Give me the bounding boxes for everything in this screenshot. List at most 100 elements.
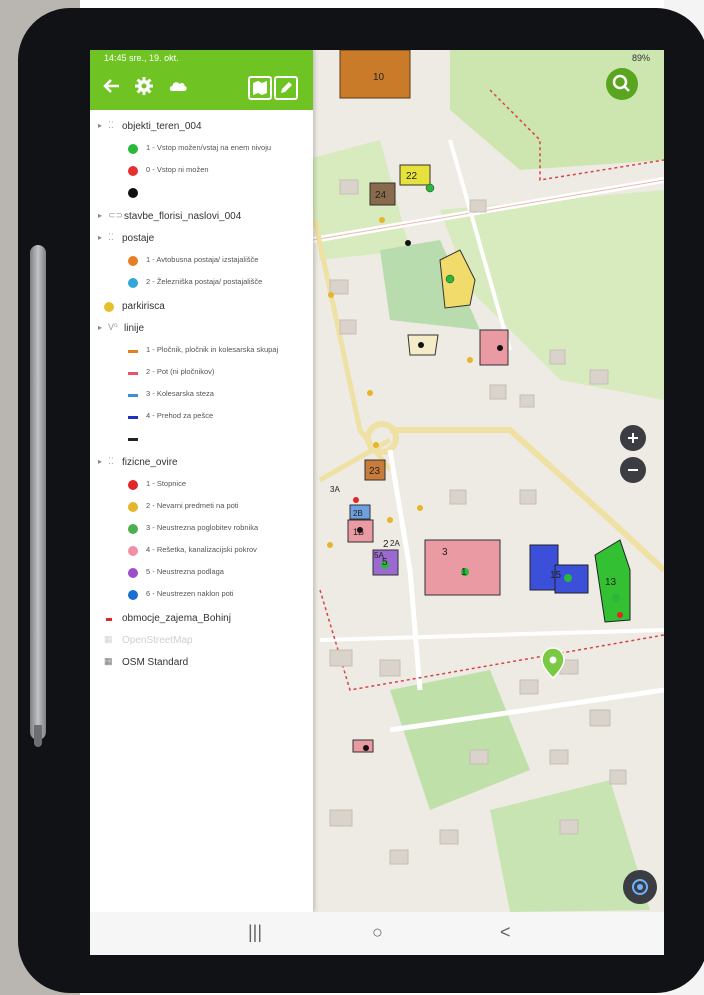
stylus-tip <box>34 725 42 747</box>
cloud-icon[interactable] <box>166 74 190 98</box>
legend-symbol <box>128 438 138 441</box>
layer-group-fizicne-ovire[interactable]: ▸ ⁚⁚ fizicne_ovire <box>90 454 313 472</box>
gps-target-icon <box>632 879 648 895</box>
building-small <box>352 739 374 753</box>
android-nav-bar: ||| ○ < <box>90 912 664 955</box>
map-label: 1B <box>353 527 364 537</box>
layer-obmocje-zajema[interactable]: obmocje_zajema_Bohinj <box>90 610 313 628</box>
legend-symbol <box>128 372 138 375</box>
layer-group-objekti[interactable]: ▸ ⁚⁚ objekti_teren_004 <box>90 118 313 136</box>
back-arrow-icon[interactable] <box>100 74 124 98</box>
legend-symbol <box>128 568 138 578</box>
back-button[interactable]: < <box>500 922 511 943</box>
map-label: 10 <box>373 72 385 83</box>
legend-item: 1 - Stopnice <box>90 476 313 494</box>
minus-icon <box>628 469 638 471</box>
legend-symbol <box>128 350 138 353</box>
legend-item: 4 - Rešetka, kanalizacijski pokrov <box>90 542 313 560</box>
status-date: sre., 19. okt. <box>129 53 179 63</box>
legend-item: 3 - Neustrezna poglobitev robnika <box>90 520 313 538</box>
layer-panel: 14:45 sre., 19. okt. ▸ ⁚⁚ objekti_teren_… <box>90 50 313 912</box>
legend-item <box>90 430 313 448</box>
legend-symbol <box>128 590 138 600</box>
legend-symbol <box>128 502 138 512</box>
map-label: 2 <box>383 539 389 550</box>
polygon-layer-icon: ⊂⊃ <box>108 210 124 220</box>
map-label: 3A <box>330 485 340 494</box>
search-icon <box>612 74 630 92</box>
plus-icon <box>628 433 638 443</box>
map-label: 5A <box>374 551 384 560</box>
legend-symbol <box>128 166 138 176</box>
caret-icon: ▸ <box>98 457 103 466</box>
layer-parkirisca[interactable]: parkirisca <box>90 298 313 316</box>
map-label: 15 <box>550 570 562 581</box>
legend-item: 2 - Pot (ni pločnikov) <box>90 364 313 382</box>
legend-symbol <box>106 618 112 621</box>
building-pink <box>479 329 509 366</box>
top-toolbar: 14:45 sre., 19. okt. <box>90 50 313 110</box>
points-layer-icon: ⁚⁚ <box>108 456 114 466</box>
home-button[interactable]: ○ <box>372 922 383 943</box>
zoom-out-button[interactable] <box>620 457 646 483</box>
layer-group-stavbe[interactable]: ▸ ⊂⊃ stavbe_florisi_naslovi_004 <box>90 208 313 226</box>
line-layer-icon: V⁰ <box>108 322 118 332</box>
tile-layer-icon: ▦ <box>104 634 113 644</box>
map-label: 13 <box>605 577 617 588</box>
building-15 <box>529 544 559 591</box>
map-label: 1 <box>461 567 467 578</box>
grid-layer-icon: ▦ <box>104 656 113 666</box>
legend-item: 4 - Prehod za pešce <box>90 408 313 426</box>
legend-symbol <box>128 416 138 419</box>
points-layer-icon: ⁚⁚ <box>108 120 114 130</box>
tablet-screen: 10 22 24 23 1 13 15 5 2 2A 5A 3 1B 2B 3A <box>90 50 664 955</box>
legend-symbol <box>128 524 138 534</box>
map-button[interactable] <box>248 76 272 100</box>
caret-icon: ▸ <box>98 233 103 242</box>
legend-item: 6 - Neustrezen naklon poti <box>90 586 313 604</box>
legend-item: 2 - Železniška postaja/ postajališče <box>90 274 313 292</box>
caret-icon: ▸ <box>98 211 103 220</box>
recent-apps-button[interactable]: ||| <box>248 922 262 943</box>
photo-scene: 10 22 24 23 1 13 15 5 2 2A 5A 3 1B 2B 3A <box>0 0 704 995</box>
legend-symbol <box>128 546 138 556</box>
layer-openstreetmap[interactable]: ▦ OpenStreetMap <box>90 632 313 650</box>
map-label: 2B <box>353 509 363 518</box>
legend-symbol <box>128 144 138 154</box>
zoom-in-button[interactable] <box>620 425 646 451</box>
edit-button[interactable] <box>274 76 298 100</box>
legend-symbol <box>128 480 138 490</box>
caret-icon: ▸ <box>98 323 103 332</box>
map-icon <box>253 81 267 95</box>
map-label: 23 <box>369 466 381 477</box>
locate-button[interactable] <box>623 870 657 904</box>
legend-item: 1 - Pločnik, pločnik in kolesarska skupa… <box>90 342 313 360</box>
legend-item: 3 - Kolesarska steza <box>90 386 313 404</box>
layer-group-postaje[interactable]: ▸ ⁚⁚ postaje <box>90 230 313 248</box>
legend-item: 1 - Vstop možen/vstaj na enem nivoju <box>90 140 313 158</box>
legend-item <box>90 184 313 202</box>
legend-symbol <box>128 278 138 288</box>
legend-item: 2 - Nevarni predmeti na poti <box>90 498 313 516</box>
layer-group-linije[interactable]: ▸ V⁰ linije <box>90 320 313 338</box>
map-label: 3 <box>442 547 448 558</box>
map-label: 22 <box>406 171 418 182</box>
legend-symbol <box>128 188 138 198</box>
pencil-icon <box>281 82 292 93</box>
legend-item: 0 - Vstop ni možen <box>90 162 313 180</box>
search-button[interactable] <box>606 68 638 100</box>
legend-item: 1 - Avtobusna postaja/ izstajališče <box>90 252 313 270</box>
status-time: 14:45 <box>104 53 127 63</box>
legend-item: 5 - Neustrezna podlaga <box>90 564 313 582</box>
status-bar: 14:45 sre., 19. okt. <box>90 50 664 68</box>
legend-symbol <box>104 302 114 312</box>
legend-symbol <box>128 256 138 266</box>
caret-icon: ▸ <box>98 121 103 130</box>
status-battery: 89% <box>631 53 650 63</box>
map-label: 2A <box>390 539 400 548</box>
points-layer-icon: ⁚⁚ <box>108 232 114 242</box>
gear-icon[interactable] <box>132 74 156 98</box>
layer-osm-standard[interactable]: ▦ OSM Standard <box>90 654 313 672</box>
map-label: 24 <box>375 190 387 201</box>
legend-symbol <box>128 394 138 397</box>
